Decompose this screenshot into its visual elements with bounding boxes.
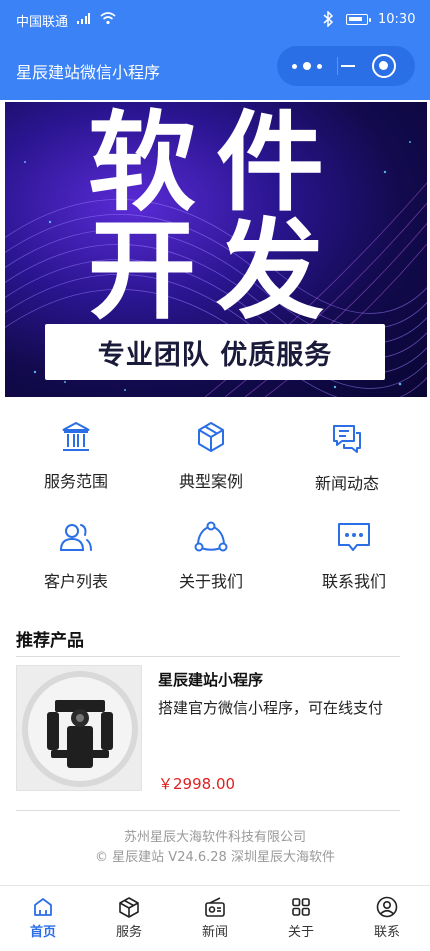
tab-label: 服务	[115, 925, 142, 940]
footer-company: 苏州星辰大海软件科技有限公司	[123, 830, 306, 845]
grid-label: 新闻动态	[314, 474, 379, 493]
grid-item-service-scope[interactable]: 服务范围	[6, 420, 146, 492]
more-dot-icon	[303, 62, 311, 70]
battery-icon	[346, 14, 371, 25]
product-card[interactable]: 星辰建站小程序 搭建官方微信小程序，可在线支付 ￥2998.00	[16, 665, 400, 793]
tab-label: 新闻	[201, 925, 228, 940]
grid-item-clients[interactable]: 客户列表	[6, 520, 146, 592]
more-dot-icon	[292, 63, 297, 69]
contact-icon	[376, 896, 398, 918]
grid-label: 服务范围	[43, 472, 108, 491]
apps-icon	[292, 898, 310, 916]
bottom-tab-bar: 首页 服务 新闻 关于 联系	[0, 885, 430, 951]
grid-label: 客户列表	[43, 572, 108, 591]
grid-item-about[interactable]: 关于我们	[141, 520, 281, 592]
grid-label: 关于我们	[178, 572, 243, 591]
box-icon	[198, 422, 224, 452]
more-button[interactable]	[277, 46, 337, 86]
page-title: 星辰建站微信小程序	[16, 63, 161, 82]
message-icon	[338, 523, 370, 551]
hero-banner[interactable]: 软件 开发 专业团队 优质服务	[5, 102, 427, 397]
tab-service[interactable]: 服务	[86, 896, 172, 940]
product-description: 搭建官方微信小程序，可在线支付	[158, 699, 384, 717]
miniprogram-capsule	[277, 46, 415, 86]
banner-tagline: 专业团队 优质服务	[97, 339, 333, 371]
product-image	[16, 665, 142, 791]
cube-icon	[119, 897, 139, 918]
tab-label: 关于	[287, 925, 314, 940]
minimize-icon[interactable]	[341, 65, 355, 67]
grid-item-news[interactable]: 新闻动态	[277, 420, 417, 494]
banner-headline-2: 开发	[87, 209, 344, 334]
grid-item-contact[interactable]: 联系我们	[284, 520, 424, 592]
carrier-name: 中国联通	[16, 15, 69, 30]
product-price: ￥2998.00	[158, 775, 236, 793]
tab-about[interactable]: 关于	[258, 896, 344, 940]
status-time: 10:30	[378, 12, 416, 27]
signal-icon	[77, 13, 90, 24]
bluetooth-icon	[323, 11, 334, 27]
banner-tagline-box: 专业团队 优质服务	[45, 324, 385, 380]
banner-headline-1: 软件	[87, 102, 344, 226]
share-icon	[194, 521, 228, 552]
more-dot-icon	[317, 63, 322, 69]
app-header: 中国联通 10:30 星辰建站微信小程序	[0, 0, 430, 100]
wifi-icon	[100, 12, 116, 25]
radio-icon	[205, 897, 225, 917]
status-bar: 中国联通 10:30	[0, 0, 430, 40]
tab-label: 首页	[29, 925, 56, 940]
product-name: 星辰建站小程序	[158, 671, 264, 689]
footer-divider	[16, 810, 400, 811]
chat-icon	[333, 425, 361, 453]
product-photo-icon	[17, 666, 141, 790]
grid-label: 典型案例	[178, 472, 243, 491]
users-icon	[59, 524, 92, 551]
tab-news[interactable]: 新闻	[172, 896, 258, 940]
tab-home[interactable]: 首页	[0, 896, 86, 940]
section-title: 推荐产品	[16, 631, 84, 651]
bank-icon	[62, 421, 90, 451]
grid-item-cases[interactable]: 典型案例	[141, 420, 281, 492]
home-icon	[34, 898, 52, 916]
tab-label: 联系	[373, 925, 400, 940]
footer-copyright: © 星辰建站 V24.6.28 深圳星辰大海软件	[95, 850, 335, 865]
close-capsule-icon[interactable]	[372, 54, 396, 78]
grid-label: 联系我们	[321, 572, 386, 591]
tab-contact[interactable]: 联系	[344, 896, 430, 940]
section-divider	[16, 656, 400, 657]
capsule-divider	[337, 57, 338, 75]
